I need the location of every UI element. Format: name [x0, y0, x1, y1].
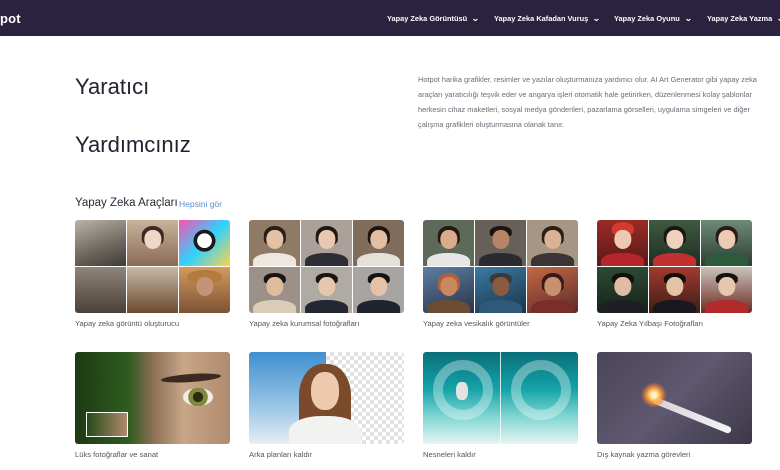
chevron-down-icon: ⌄	[592, 13, 601, 23]
portrait-image	[301, 220, 352, 266]
portrait-image	[597, 220, 648, 266]
tool-card-thumbnail	[423, 220, 578, 313]
chevron-down-icon: ⌄	[471, 13, 480, 23]
tool-card-thumbnail	[597, 220, 752, 313]
hero-title-line2: Yardımcınız	[75, 132, 191, 157]
portrait-image	[649, 220, 700, 266]
nav-item-ai-writing[interactable]: Yapay Zeka Yazma ⌄	[707, 0, 780, 36]
portrait-image	[527, 220, 578, 266]
tool-card-caption: Arka planları kaldır	[249, 450, 313, 459]
artwork-robot-image	[75, 267, 126, 313]
portrait-image	[353, 267, 404, 313]
top-nav-bar: pot Yapay Zeka Görüntüsü ⌄ Yapay Zeka Ka…	[0, 0, 780, 36]
portrait-image	[475, 220, 526, 266]
artwork-anime-girl-image	[127, 220, 178, 266]
tool-card-caption: Yapay Zeka Yılbaşı Fotoğrafları	[597, 319, 704, 328]
portrait-image	[423, 220, 474, 266]
nav-item-label: Yapay Zeka Yazma	[707, 13, 773, 23]
tool-card-ai-headshots[interactable]: Yapay zeka vesikalık görüntüler	[423, 220, 578, 328]
tool-card-caption: Dış kaynak yazma görevleri	[597, 450, 691, 459]
tool-card-remove-background[interactable]: Arka planları kaldır	[249, 352, 404, 459]
tool-card-thumbnail	[75, 352, 230, 444]
see-all-link[interactable]: Hepsini gör	[179, 199, 222, 209]
tool-card-caption: Nesneleri kaldır	[423, 450, 476, 459]
portrait-image	[475, 267, 526, 313]
portrait-image	[597, 267, 648, 313]
nav-item-ai-headshot[interactable]: Yapay Zeka Kafadan Vuruş ⌄	[494, 0, 601, 36]
tool-card-caption: Lüks fotoğraflar ve sanat	[75, 450, 159, 459]
tool-card-caption: Yapay zeka görüntü oluşturucu	[75, 319, 180, 328]
nav-item-label: Yapay Zeka Kafadan Vuruş	[494, 13, 589, 23]
nav-item-ai-game[interactable]: Yapay Zeka Oyunu ⌄	[614, 0, 693, 36]
tool-card-thumbnail	[75, 220, 230, 313]
artwork-elder-image	[179, 267, 230, 313]
portrait-image	[701, 220, 752, 266]
nav-item-label: Yapay Zeka Görüntüsü	[387, 13, 468, 23]
hero-title-line1: Yaratıcı	[75, 74, 150, 99]
portrait-image	[249, 220, 300, 266]
tool-card-caption: Yapay zeka vesikalık görüntüler	[423, 319, 530, 328]
artwork-bull-image	[127, 267, 178, 313]
nav-item-ai-image[interactable]: Yapay Zeka Görüntüsü ⌄	[387, 0, 479, 36]
portrait-image	[527, 267, 578, 313]
nav-item-label: Yapay Zeka Oyunu	[614, 13, 680, 23]
portrait-image	[301, 267, 352, 313]
tool-card-thumbnail	[249, 220, 404, 313]
tool-card-caption: Yapay zeka kurumsal fotoğrafları	[249, 319, 360, 328]
artwork-panda-image	[179, 220, 230, 266]
section-title-ai-tools: Yapay Zeka Araçları	[75, 197, 178, 209]
chevron-down-icon: ⌄	[777, 14, 780, 23]
tool-card-outsource-writing[interactable]: Dış kaynak yazma görevleri	[597, 352, 752, 459]
portrait-image	[353, 220, 404, 266]
artwork-building-image	[75, 220, 126, 266]
tool-card-ai-image-generator[interactable]: Yapay zeka görüntü oluşturucu	[75, 220, 230, 328]
portrait-image	[423, 267, 474, 313]
portrait-image	[249, 267, 300, 313]
tool-card-thumbnail	[597, 352, 752, 444]
tool-card-remove-objects[interactable]: Nesneleri kaldır	[423, 352, 578, 459]
tool-card-ai-corporate-photos[interactable]: Yapay zeka kurumsal fotoğrafları	[249, 220, 404, 328]
tool-card-luxury-photos[interactable]: Lüks fotoğraflar ve sanat	[75, 352, 230, 459]
tool-card-thumbnail	[249, 352, 404, 444]
hero-description: Hotpot harika grafikler, resimler ve yaz…	[418, 75, 757, 129]
tool-card-thumbnail	[423, 352, 578, 444]
brand-logo[interactable]: pot	[0, 11, 21, 26]
portrait-image	[649, 267, 700, 313]
portrait-image	[701, 267, 752, 313]
tool-card-ai-christmas-photos[interactable]: Yapay Zeka Yılbaşı Fotoğrafları	[597, 220, 752, 328]
chevron-down-icon: ⌄	[684, 13, 693, 23]
